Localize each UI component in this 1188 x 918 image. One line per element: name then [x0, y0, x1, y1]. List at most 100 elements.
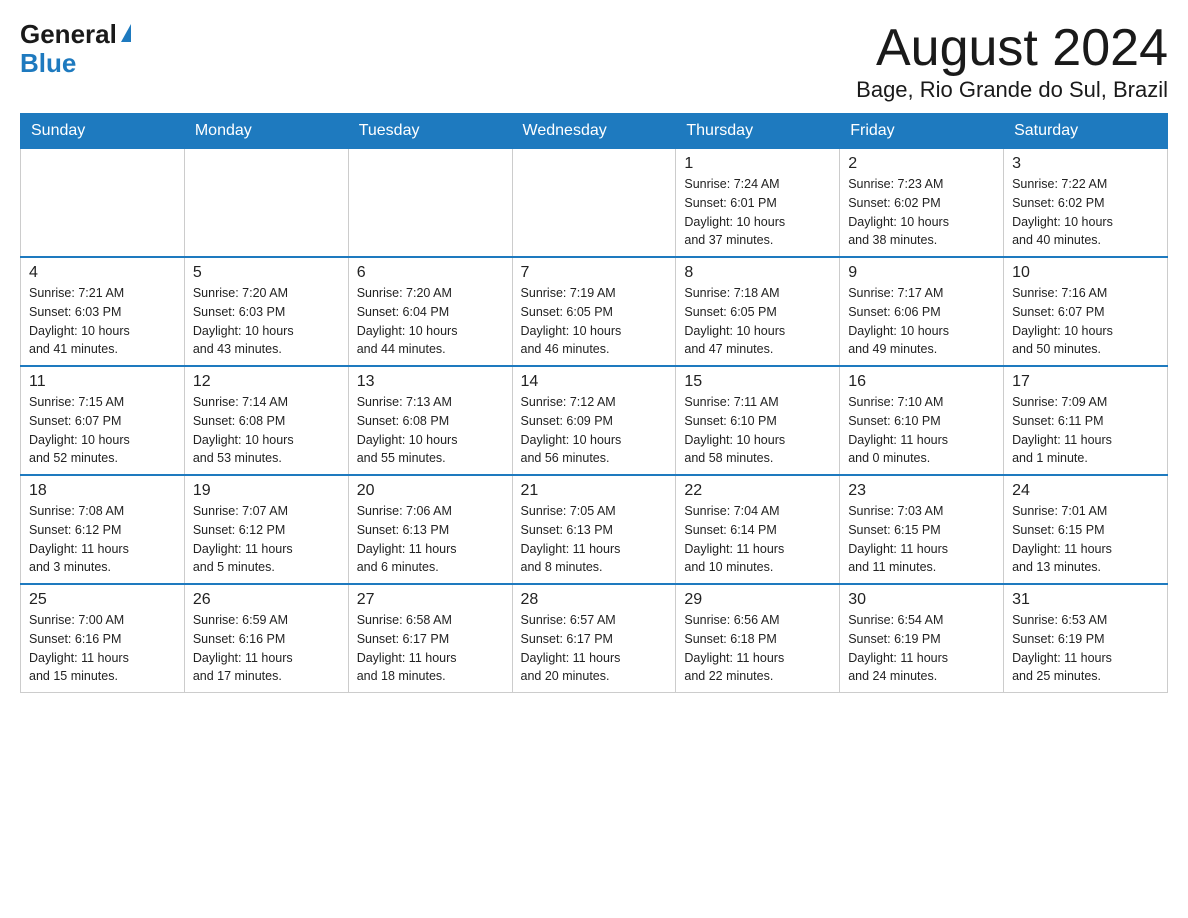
day-info: Sunrise: 7:15 AM Sunset: 6:07 PM Dayligh…	[29, 393, 176, 468]
day-info: Sunrise: 7:05 AM Sunset: 6:13 PM Dayligh…	[521, 502, 668, 577]
calendar-cell: 30 Sunrise: 6:54 AM Sunset: 6:19 PM Dayli…	[840, 584, 1004, 693]
calendar-cell	[184, 149, 348, 258]
day-number: 1	[684, 155, 831, 173]
day-number: 11	[29, 373, 176, 391]
logo-general-text: General	[20, 20, 117, 49]
day-info: Sunrise: 7:17 AM Sunset: 6:06 PM Dayligh…	[848, 284, 995, 359]
calendar-cell: 1 Sunrise: 7:24 AM Sunset: 6:01 PM Daylig…	[676, 149, 840, 258]
calendar-header-thursday: Thursday	[676, 114, 840, 149]
day-number: 26	[193, 591, 340, 609]
calendar-cell	[512, 149, 676, 258]
calendar-week-row: 25 Sunrise: 7:00 AM Sunset: 6:16 PM Dayli…	[21, 584, 1168, 693]
day-info: Sunrise: 7:22 AM Sunset: 6:02 PM Dayligh…	[1012, 175, 1159, 250]
day-info: Sunrise: 7:14 AM Sunset: 6:08 PM Dayligh…	[193, 393, 340, 468]
calendar-cell: 23 Sunrise: 7:03 AM Sunset: 6:15 PM Dayli…	[840, 475, 1004, 584]
calendar-header-saturday: Saturday	[1004, 114, 1168, 149]
day-info: Sunrise: 7:00 AM Sunset: 6:16 PM Dayligh…	[29, 611, 176, 686]
day-info: Sunrise: 7:03 AM Sunset: 6:15 PM Dayligh…	[848, 502, 995, 577]
calendar-cell: 19 Sunrise: 7:07 AM Sunset: 6:12 PM Dayli…	[184, 475, 348, 584]
day-number: 3	[1012, 155, 1159, 173]
calendar-week-row: 4 Sunrise: 7:21 AM Sunset: 6:03 PM Daylig…	[21, 257, 1168, 366]
day-number: 20	[357, 482, 504, 500]
calendar-table: SundayMondayTuesdayWednesdayThursdayFrid…	[20, 113, 1168, 693]
calendar-cell: 3 Sunrise: 7:22 AM Sunset: 6:02 PM Daylig…	[1004, 149, 1168, 258]
day-number: 4	[29, 264, 176, 282]
day-info: Sunrise: 7:07 AM Sunset: 6:12 PM Dayligh…	[193, 502, 340, 577]
calendar-cell: 9 Sunrise: 7:17 AM Sunset: 6:06 PM Daylig…	[840, 257, 1004, 366]
day-number: 2	[848, 155, 995, 173]
calendar-cell: 22Sunrise: 7:04 AM Sunset: 6:14 PM Dayli…	[676, 475, 840, 584]
calendar-header-wednesday: Wednesday	[512, 114, 676, 149]
day-info: Sunrise: 7:08 AM Sunset: 6:12 PM Dayligh…	[29, 502, 176, 577]
calendar-week-row: 1 Sunrise: 7:24 AM Sunset: 6:01 PM Daylig…	[21, 149, 1168, 258]
calendar-cell: 13 Sunrise: 7:13 AM Sunset: 6:08 PM Dayli…	[348, 366, 512, 475]
calendar-cell: 14 Sunrise: 7:12 AM Sunset: 6:09 PM Dayli…	[512, 366, 676, 475]
day-number: 31	[1012, 591, 1159, 609]
day-info: Sunrise: 7:19 AM Sunset: 6:05 PM Dayligh…	[521, 284, 668, 359]
calendar-cell: 16Sunrise: 7:10 AM Sunset: 6:10 PM Dayli…	[840, 366, 1004, 475]
calendar-cell: 27 Sunrise: 6:58 AM Sunset: 6:17 PM Dayli…	[348, 584, 512, 693]
calendar-cell: 28Sunrise: 6:57 AM Sunset: 6:17 PM Dayli…	[512, 584, 676, 693]
day-number: 24	[1012, 482, 1159, 500]
day-info: Sunrise: 6:54 AM Sunset: 6:19 PM Dayligh…	[848, 611, 995, 686]
logo-blue-text: Blue	[20, 49, 76, 78]
day-number: 22	[684, 482, 831, 500]
calendar-cell: 18 Sunrise: 7:08 AM Sunset: 6:12 PM Dayli…	[21, 475, 185, 584]
day-number: 13	[357, 373, 504, 391]
day-info: Sunrise: 7:10 AM Sunset: 6:10 PM Dayligh…	[848, 393, 995, 468]
day-number: 18	[29, 482, 176, 500]
day-number: 17	[1012, 373, 1159, 391]
day-number: 15	[684, 373, 831, 391]
calendar-week-row: 18 Sunrise: 7:08 AM Sunset: 6:12 PM Dayli…	[21, 475, 1168, 584]
day-info: Sunrise: 6:58 AM Sunset: 6:17 PM Dayligh…	[357, 611, 504, 686]
calendar-header-tuesday: Tuesday	[348, 114, 512, 149]
calendar-cell: 26 Sunrise: 6:59 AM Sunset: 6:16 PM Dayli…	[184, 584, 348, 693]
day-info: Sunrise: 7:01 AM Sunset: 6:15 PM Dayligh…	[1012, 502, 1159, 577]
day-number: 19	[193, 482, 340, 500]
calendar-cell: 24 Sunrise: 7:01 AM Sunset: 6:15 PM Dayli…	[1004, 475, 1168, 584]
calendar-cell: 2 Sunrise: 7:23 AM Sunset: 6:02 PM Daylig…	[840, 149, 1004, 258]
calendar-header-monday: Monday	[184, 114, 348, 149]
day-info: Sunrise: 7:20 AM Sunset: 6:04 PM Dayligh…	[357, 284, 504, 359]
day-info: Sunrise: 7:13 AM Sunset: 6:08 PM Dayligh…	[357, 393, 504, 468]
day-info: Sunrise: 6:59 AM Sunset: 6:16 PM Dayligh…	[193, 611, 340, 686]
calendar-cell: 17Sunrise: 7:09 AM Sunset: 6:11 PM Dayli…	[1004, 366, 1168, 475]
calendar-cell: 29Sunrise: 6:56 AM Sunset: 6:18 PM Dayli…	[676, 584, 840, 693]
day-info: Sunrise: 7:20 AM Sunset: 6:03 PM Dayligh…	[193, 284, 340, 359]
day-info: Sunrise: 6:53 AM Sunset: 6:19 PM Dayligh…	[1012, 611, 1159, 686]
day-info: Sunrise: 7:18 AM Sunset: 6:05 PM Dayligh…	[684, 284, 831, 359]
calendar-header-sunday: Sunday	[21, 114, 185, 149]
day-number: 25	[29, 591, 176, 609]
day-info: Sunrise: 7:23 AM Sunset: 6:02 PM Dayligh…	[848, 175, 995, 250]
day-number: 28	[521, 591, 668, 609]
day-number: 5	[193, 264, 340, 282]
calendar-cell: 8Sunrise: 7:18 AM Sunset: 6:05 PM Daylig…	[676, 257, 840, 366]
day-number: 14	[521, 373, 668, 391]
logo: General Blue	[20, 20, 131, 77]
calendar-cell: 15 Sunrise: 7:11 AM Sunset: 6:10 PM Dayli…	[676, 366, 840, 475]
day-info: Sunrise: 7:12 AM Sunset: 6:09 PM Dayligh…	[521, 393, 668, 468]
day-number: 12	[193, 373, 340, 391]
day-number: 23	[848, 482, 995, 500]
page-header: General Blue August 2024 Bage, Rio Grand…	[20, 20, 1168, 103]
day-number: 10	[1012, 264, 1159, 282]
day-number: 29	[684, 591, 831, 609]
calendar-cell: 6Sunrise: 7:20 AM Sunset: 6:04 PM Daylig…	[348, 257, 512, 366]
day-number: 27	[357, 591, 504, 609]
day-info: Sunrise: 7:24 AM Sunset: 6:01 PM Dayligh…	[684, 175, 831, 250]
day-info: Sunrise: 7:11 AM Sunset: 6:10 PM Dayligh…	[684, 393, 831, 468]
calendar-cell: 4 Sunrise: 7:21 AM Sunset: 6:03 PM Daylig…	[21, 257, 185, 366]
day-info: Sunrise: 7:06 AM Sunset: 6:13 PM Dayligh…	[357, 502, 504, 577]
day-number: 30	[848, 591, 995, 609]
calendar-header-friday: Friday	[840, 114, 1004, 149]
logo-triangle-icon	[121, 24, 131, 42]
title-section: August 2024 Bage, Rio Grande do Sul, Bra…	[856, 20, 1168, 103]
day-info: Sunrise: 7:21 AM Sunset: 6:03 PM Dayligh…	[29, 284, 176, 359]
month-title: August 2024	[856, 20, 1168, 77]
calendar-cell: 5 Sunrise: 7:20 AM Sunset: 6:03 PM Daylig…	[184, 257, 348, 366]
day-number: 21	[521, 482, 668, 500]
day-number: 9	[848, 264, 995, 282]
calendar-cell: 31 Sunrise: 6:53 AM Sunset: 6:19 PM Dayli…	[1004, 584, 1168, 693]
calendar-cell: 10Sunrise: 7:16 AM Sunset: 6:07 PM Dayli…	[1004, 257, 1168, 366]
calendar-week-row: 11 Sunrise: 7:15 AM Sunset: 6:07 PM Dayli…	[21, 366, 1168, 475]
